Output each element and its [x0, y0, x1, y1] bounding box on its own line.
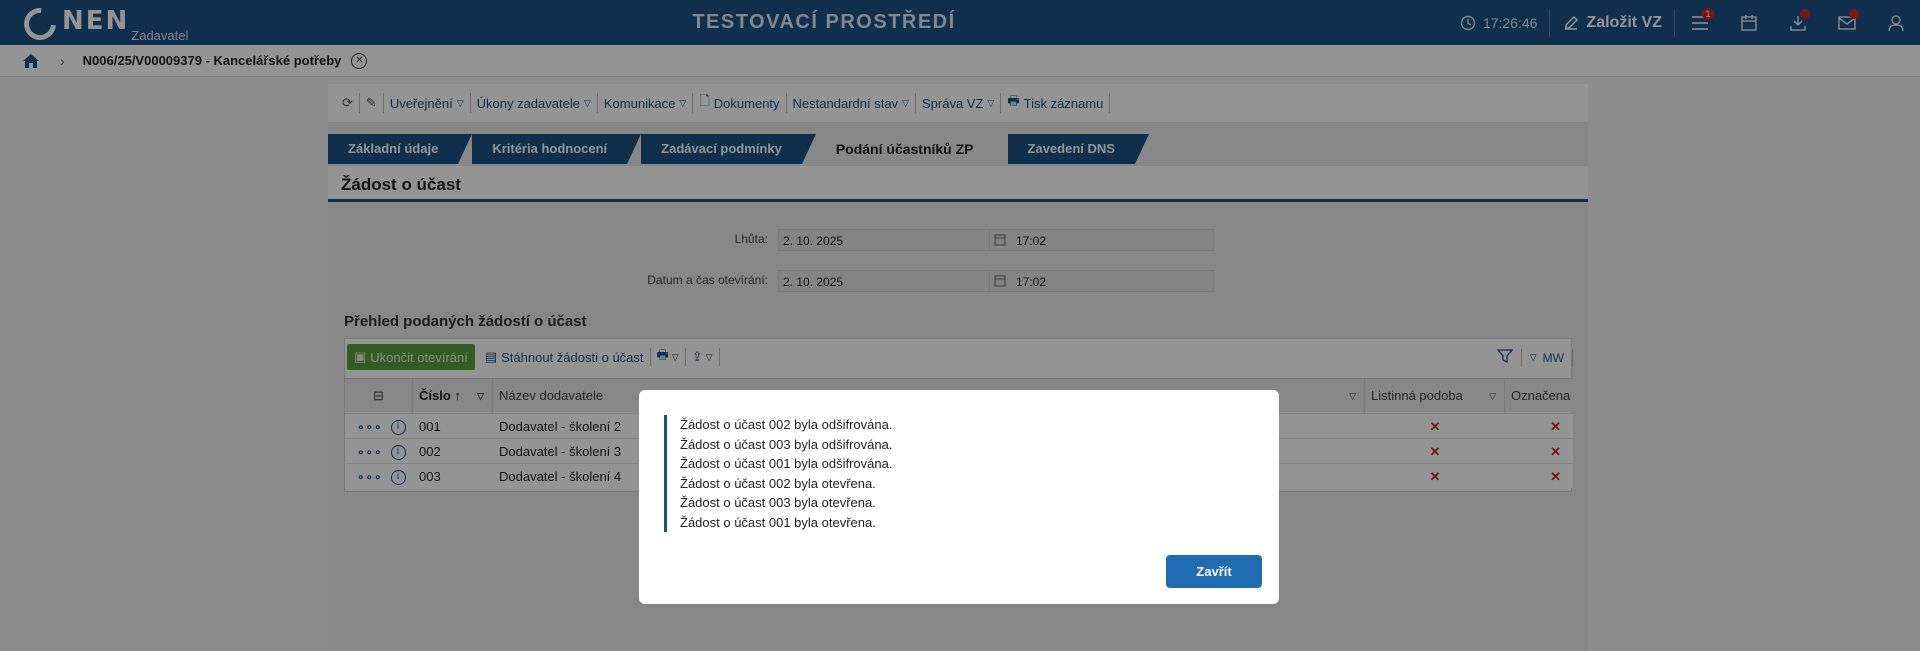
dialog-message: Žádost o účast 003 byla odšifrována. [680, 436, 893, 452]
close-dialog-button[interactable]: Zavřít [1166, 555, 1262, 588]
dialog-message: Žádost o účast 002 byla odšifrována. [680, 417, 893, 432]
dialog-message: Žádost o účast 003 byla otevřena. [680, 495, 876, 510]
dialog-message: Žádost o účast 001 byla otevřena. [680, 514, 876, 530]
dialog-message: Žádost o účast 002 byla otevřena. [680, 475, 876, 491]
message-list: Žádost o účast 002 byla odšifrována. Žád… [664, 415, 892, 532]
result-dialog: Žádost o účast 002 byla odšifrována. Žád… [639, 390, 1279, 604]
dialog-message: Žádost o účast 001 byla odšifrována. [680, 456, 893, 471]
